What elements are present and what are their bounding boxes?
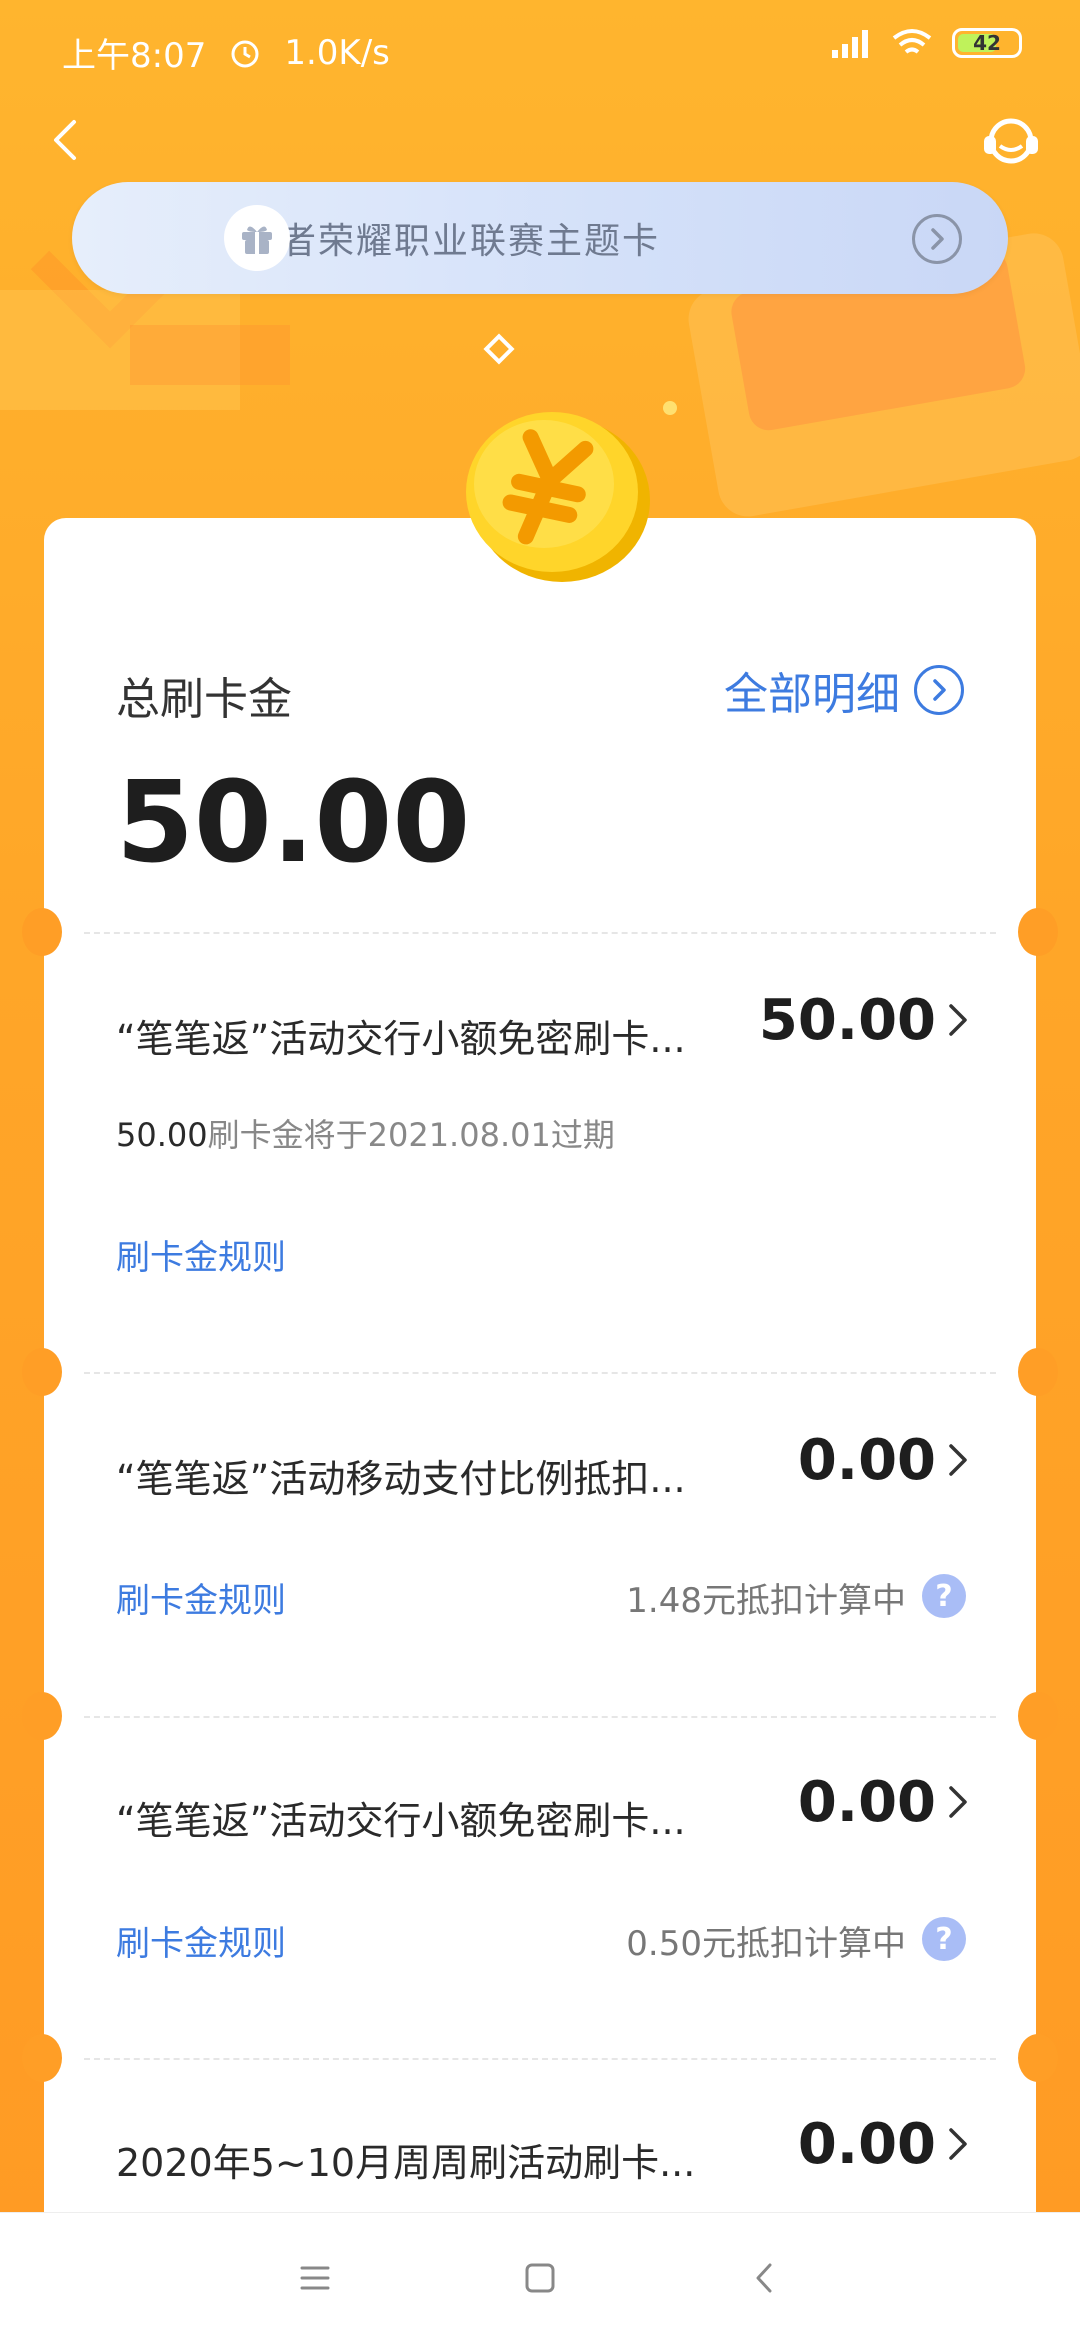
chevron-right-icon bbox=[949, 1004, 967, 1036]
card-notch bbox=[22, 908, 62, 956]
card-notch bbox=[1018, 908, 1058, 956]
coin-icon bbox=[466, 412, 650, 582]
home-icon[interactable] bbox=[515, 2253, 565, 2303]
signal-icon bbox=[832, 30, 868, 58]
item-amount: 50.00 bbox=[758, 988, 936, 1053]
chevron-left-icon[interactable] bbox=[36, 110, 96, 170]
item-amount: 0.00 bbox=[797, 1428, 936, 1493]
expire-text: 刷卡金将于2021.08.01过期 bbox=[207, 1116, 615, 1154]
rule-link[interactable]: 刷卡金规则 bbox=[116, 1230, 286, 1279]
customer-service-icon[interactable] bbox=[978, 108, 1044, 174]
expire-info: 50.00刷卡金将于2021.08.01过期 bbox=[116, 1110, 615, 1156]
calc-status: 1.48元抵扣计算中 bbox=[626, 1581, 906, 1621]
expire-amount: 50.00 bbox=[116, 1116, 208, 1154]
item-title: 2020年5~10月周周刷活动刷卡... bbox=[116, 2141, 696, 2185]
top-nav bbox=[0, 100, 1080, 180]
help-icon[interactable]: ? bbox=[922, 1917, 966, 1961]
promo-text: 王者荣耀职业联赛主题卡 bbox=[242, 221, 661, 262]
chevron-right-icon bbox=[949, 1444, 967, 1476]
chevron-right-circle-icon bbox=[914, 665, 964, 715]
battery-icon: 42 bbox=[952, 28, 1022, 58]
rule-link[interactable]: 刷卡金规则 bbox=[116, 1916, 286, 1965]
item-title: “笔笔返”活动交行小额免密刷卡... bbox=[116, 1799, 686, 1843]
card-notch bbox=[22, 1348, 62, 1396]
divider bbox=[84, 2058, 996, 2060]
status-bar: 上午8:07 1.0K/s 42 bbox=[0, 0, 1080, 96]
all-details-link[interactable]: 全部明细 bbox=[724, 658, 964, 722]
item-amount: 0.00 bbox=[797, 2112, 936, 2177]
menu-icon[interactable] bbox=[290, 2253, 340, 2303]
card-notch bbox=[1018, 1348, 1058, 1396]
calc-status: 0.50元抵扣计算中 bbox=[626, 1924, 906, 1964]
divider bbox=[84, 1372, 996, 1374]
card-notch bbox=[22, 1692, 62, 1740]
battery-level: 42 bbox=[973, 31, 1001, 55]
system-nav-bar bbox=[0, 2212, 1080, 2340]
item-title: “笔笔返”活动交行小额免密刷卡... bbox=[116, 1017, 686, 1061]
card-notch bbox=[1018, 2034, 1058, 2082]
alarm-icon bbox=[231, 40, 259, 67]
help-icon[interactable]: ? bbox=[922, 1574, 966, 1618]
chevron-right-circle-icon[interactable] bbox=[912, 214, 962, 264]
chevron-right-icon bbox=[949, 1786, 967, 1818]
total-amount: 50.00 bbox=[116, 758, 471, 888]
promo-banner[interactable]: 王者荣耀职业联赛主题卡 bbox=[72, 182, 1008, 294]
divider bbox=[84, 932, 996, 934]
network-speed: 1.0K/s bbox=[284, 32, 390, 73]
total-label: 总刷卡金 bbox=[116, 674, 292, 725]
card-notch bbox=[22, 2034, 62, 2082]
status-time: 上午8:07 bbox=[62, 36, 207, 76]
item-amount: 0.00 bbox=[797, 1770, 936, 1835]
chevron-right-icon bbox=[949, 2128, 967, 2160]
wifi-icon bbox=[892, 29, 932, 54]
all-details-label: 全部明细 bbox=[724, 669, 900, 720]
item-title: “笔笔返”活动移动支付比例抵扣... bbox=[116, 1457, 686, 1501]
back-icon[interactable] bbox=[740, 2253, 790, 2303]
gift-icon bbox=[224, 205, 290, 271]
divider bbox=[84, 1716, 996, 1718]
balance-card: 总刷卡金 全部明细 50.00 “笔笔返”活动交行小额免密刷卡... 50.00… bbox=[22, 518, 1058, 2318]
card-notch bbox=[1018, 1692, 1058, 1740]
rule-link[interactable]: 刷卡金规则 bbox=[116, 1573, 286, 1622]
